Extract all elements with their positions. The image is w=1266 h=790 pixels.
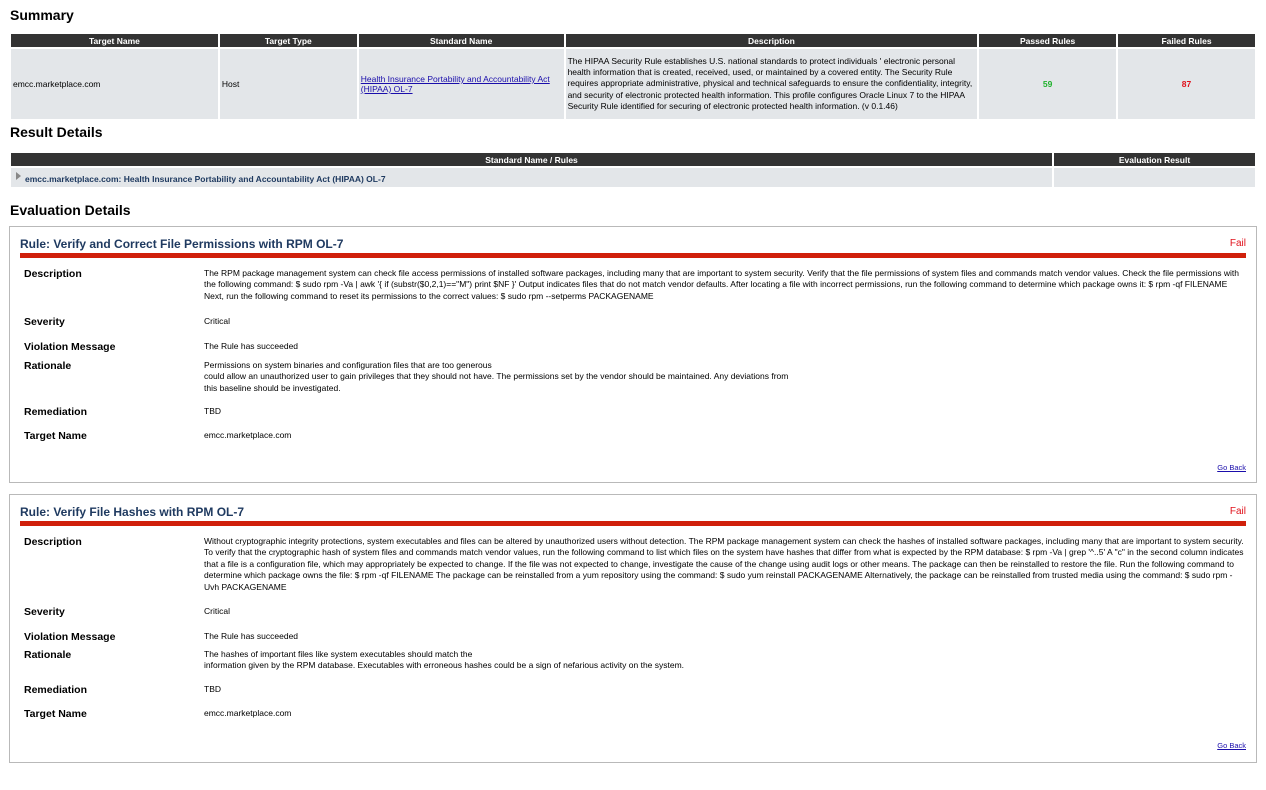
summary-standard-name-cell: Health Insurance Portability and Account…: [358, 49, 564, 119]
rationale-row: Rationale The hashes of important files …: [20, 649, 1246, 684]
severity-row: Severity Critical: [20, 606, 1246, 631]
rationale-label: Rationale: [24, 649, 72, 661]
rule-status: Fail: [1229, 238, 1246, 249]
summary-description: The HIPAA Security Rule establishes U.S.…: [565, 49, 978, 119]
violation-label: Violation Message: [24, 631, 116, 643]
result-details-heading: Result Details: [10, 124, 103, 140]
rationale-line: information given by the RPM database. E…: [204, 660, 685, 671]
summary-target-type: Host: [219, 49, 357, 119]
col-description: Description: [565, 34, 978, 47]
summary-target-name: emcc.marketplace.com: [11, 49, 218, 119]
expand-triangle-icon[interactable]: [16, 171, 21, 180]
remediation-row: Remediation TBD: [20, 684, 1246, 708]
summary-row: emcc.marketplace.com Host Health Insuran…: [11, 49, 1255, 119]
rationale-line: this baseline should be investigated.: [204, 382, 341, 393]
rationale-value: Permissions on system binaries and confi…: [204, 360, 1246, 406]
rationale-line: could allow an unauthorized user to gain…: [204, 371, 789, 382]
severity-label: Severity: [24, 606, 65, 618]
violation-value: The Rule has succeeded: [204, 631, 299, 641]
rule-status: Fail: [1229, 506, 1246, 517]
col-target-type: Target Type: [219, 34, 357, 47]
col-failed-rules: Failed Rules: [1118, 34, 1255, 47]
rule-title: Rule: Verify File Hashes with RPM OL-7: [20, 505, 245, 519]
description-row: Description Without cryptographic integr…: [20, 536, 1246, 606]
standard-name-link[interactable]: Health Insurance Portability and Account…: [361, 74, 550, 94]
remediation-value: TBD: [204, 684, 221, 694]
severity-value: Critical: [204, 316, 230, 326]
severity-value: Critical: [204, 606, 230, 616]
violation-row: Violation Message The Rule has succeeded: [20, 631, 1246, 649]
result-details-table: Standard Name / Rules Evaluation Result …: [9, 151, 1257, 189]
rule-card: Rule: Verify and Correct File Permission…: [9, 226, 1257, 483]
result-tree-label: emcc.marketplace.com: Health Insurance P…: [25, 173, 386, 184]
violation-label: Violation Message: [24, 341, 116, 353]
violation-row: Violation Message The Rule has succeeded: [20, 341, 1246, 360]
description-value: Without cryptographic integrity protecti…: [204, 536, 1244, 592]
description-label: Description: [24, 268, 82, 280]
rationale-line: Permissions on system binaries and confi…: [204, 360, 492, 370]
target-row: Target Name emcc.marketplace.com: [20, 708, 1246, 730]
result-evaluation-cell: [1054, 168, 1255, 187]
severity-label: Severity: [24, 316, 65, 328]
rule-card: Rule: Verify File Hashes with RPM OL-7 F…: [9, 494, 1257, 763]
col-standard-name: Standard Name: [358, 34, 564, 47]
remediation-row: Remediation TBD: [20, 406, 1246, 430]
col-standard-rules: Standard Name / Rules: [11, 153, 1052, 166]
target-row: Target Name emcc.marketplace.com: [20, 430, 1246, 452]
col-passed-rules: Passed Rules: [979, 34, 1117, 47]
severity-row: Severity Critical: [20, 316, 1246, 341]
summary-heading: Summary: [10, 7, 74, 23]
rule-title: Rule: Verify and Correct File Permission…: [20, 237, 344, 251]
violation-value: The Rule has succeeded: [204, 341, 299, 351]
passed-rules-count: 59: [979, 49, 1117, 119]
remediation-label: Remediation: [24, 684, 88, 696]
evaluation-details-heading: Evaluation Details: [10, 202, 131, 218]
target-value: emcc.marketplace.com: [204, 708, 292, 718]
failed-rules-count: 87: [1118, 49, 1255, 119]
go-back-link[interactable]: Go Back: [1217, 741, 1246, 750]
go-back-link[interactable]: Go Back: [1217, 463, 1246, 472]
report-page: Summary Target Name Target Type Standard…: [0, 0, 1266, 790]
remediation-label: Remediation: [24, 406, 88, 418]
rationale-label: Rationale: [24, 360, 72, 372]
target-label: Target Name: [24, 430, 87, 442]
col-evaluation-result: Evaluation Result: [1054, 153, 1255, 166]
description-value: The RPM package management system can ch…: [204, 268, 1239, 301]
target-value: emcc.marketplace.com: [204, 430, 292, 440]
rationale-line: The hashes of important files like syste…: [204, 649, 473, 659]
rule-header: Rule: Verify File Hashes with RPM OL-7 F…: [20, 495, 1246, 526]
result-header-row: Standard Name / Rules Evaluation Result: [11, 153, 1255, 166]
description-label: Description: [24, 536, 82, 548]
rule-header: Rule: Verify and Correct File Permission…: [20, 227, 1246, 258]
rationale-value: The hashes of important files like syste…: [204, 649, 1246, 684]
summary-header-row: Target Name Target Type Standard Name De…: [11, 34, 1255, 47]
col-target-name: Target Name: [11, 34, 218, 47]
summary-table: Target Name Target Type Standard Name De…: [9, 32, 1257, 121]
target-label: Target Name: [24, 708, 87, 720]
remediation-value: TBD: [204, 406, 221, 416]
description-row: Description The RPM package management s…: [20, 268, 1246, 316]
rationale-row: Rationale Permissions on system binaries…: [20, 360, 1246, 406]
result-row[interactable]: emcc.marketplace.com: Health Insurance P…: [11, 168, 1255, 187]
result-tree-item[interactable]: emcc.marketplace.com: Health Insurance P…: [11, 168, 1052, 187]
